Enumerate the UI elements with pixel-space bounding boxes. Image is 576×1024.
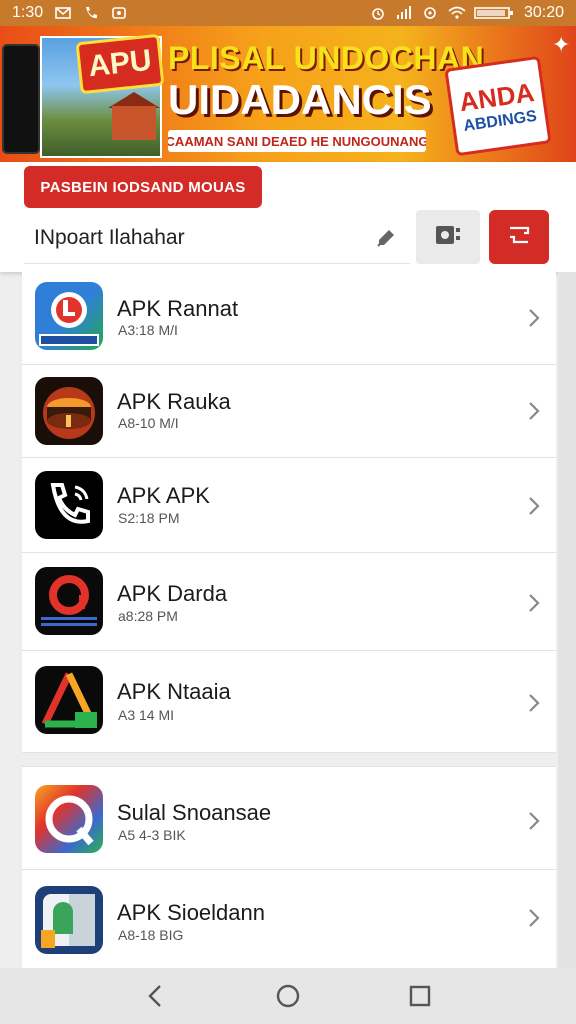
banner-title-line2: UIDADANCIS (168, 76, 432, 123)
banner-subtitle: CAAMAN SANI DEAED HE NUNGOUNANG (168, 130, 426, 152)
list-item[interactable]: APK Rannat A3:18 M/I (22, 272, 556, 365)
app-title: Sulal Snoansae (117, 800, 272, 825)
search-box[interactable] (24, 212, 410, 264)
app-icon-red-blue (35, 282, 103, 350)
app-meta: S2:18 PM (118, 510, 180, 526)
chevron-right-icon (526, 496, 542, 516)
list-item[interactable]: APK APK S2:18 PM (22, 458, 556, 553)
wifi-icon (448, 6, 466, 20)
list-item[interactable]: APK Sioeldann A8-18 BIG (22, 870, 556, 968)
chevron-right-icon (526, 308, 542, 328)
phone-app-icon (35, 471, 103, 539)
filter-icon (506, 225, 532, 250)
app-icon-triangle (35, 666, 103, 734)
mail-icon (55, 6, 71, 20)
app-meta: a8:28 PM (118, 608, 178, 624)
scrollbar[interactable] (558, 272, 576, 968)
app-icon-android (35, 886, 103, 954)
search-input[interactable] (34, 225, 354, 250)
app-title: APK Sioeldann (117, 900, 265, 925)
phone-graphic (2, 44, 40, 154)
home-icon[interactable] (268, 976, 308, 1016)
list-item[interactable]: APK Rauka A8-10 M/I (22, 365, 556, 458)
list-item[interactable]: Sulal Snoansae A5 4-3 BIK (22, 766, 556, 870)
sync-icon (422, 6, 438, 20)
app-title: APK APK (117, 483, 210, 508)
alarm-icon (370, 6, 386, 20)
list-item[interactable]: APK Darda a8:28 PM (22, 553, 556, 651)
filter-button[interactable] (489, 210, 549, 264)
chevron-right-icon (526, 593, 542, 613)
banner-title-line1: PLISAL UNDOCHAN (168, 40, 485, 76)
notification-icon (111, 6, 127, 20)
app-icon-orange-drum (35, 377, 103, 445)
back-icon[interactable] (136, 976, 176, 1016)
status-clock: 30:20 (523, 4, 564, 21)
chevron-right-icon (526, 811, 542, 831)
app-list: APK Rannat A3:18 M/I APK Rauka A8-10 M/I… (22, 272, 556, 968)
app-title: APK Rannat (117, 296, 239, 321)
app-meta: A8-10 M/I (118, 415, 179, 431)
category-tag-button[interactable]: PASBEIN IODSAND MOUAS (24, 166, 262, 208)
app-title: APK Ntaaia (117, 679, 231, 704)
navigation-bar (0, 968, 576, 1024)
camera-button[interactable] (416, 210, 480, 264)
app-meta: A3 14 MI (118, 707, 175, 723)
app-icon-colorful (35, 785, 103, 853)
phone-icon (83, 6, 99, 20)
mic-icon[interactable] (374, 226, 398, 250)
status-time: 1:30 (12, 4, 44, 21)
chevron-right-icon (526, 401, 542, 421)
signal-icon (396, 6, 412, 20)
chevron-right-icon (526, 908, 542, 928)
promo-banner[interactable]: APU PLISAL UNDOCHAN UIDADANCIS CAAMAN SA… (0, 26, 576, 162)
search-header: PASBEIN IODSAND MOUAS (0, 162, 576, 272)
status-bar: 1:30 30:20 (0, 0, 576, 26)
battery-icon (474, 6, 514, 20)
banner-badge: ANDA ABDINGS (444, 55, 552, 157)
app-icon-red-ring (35, 567, 103, 635)
lightning-icon: ✦ (552, 32, 571, 57)
camera-icon (433, 222, 463, 253)
chevron-right-icon (526, 693, 542, 713)
app-title: APK Darda (117, 581, 228, 606)
list-item[interactable]: APK Ntaaia A3 14 MI (22, 651, 556, 753)
recents-icon[interactable] (400, 976, 440, 1016)
app-title: APK Rauka (117, 389, 231, 414)
app-meta: A8-18 BIG (118, 927, 184, 943)
app-meta: A3:18 M/I (118, 322, 178, 338)
app-meta: A5 4-3 BIK (118, 827, 186, 843)
banner-logo: APU (75, 33, 165, 95)
